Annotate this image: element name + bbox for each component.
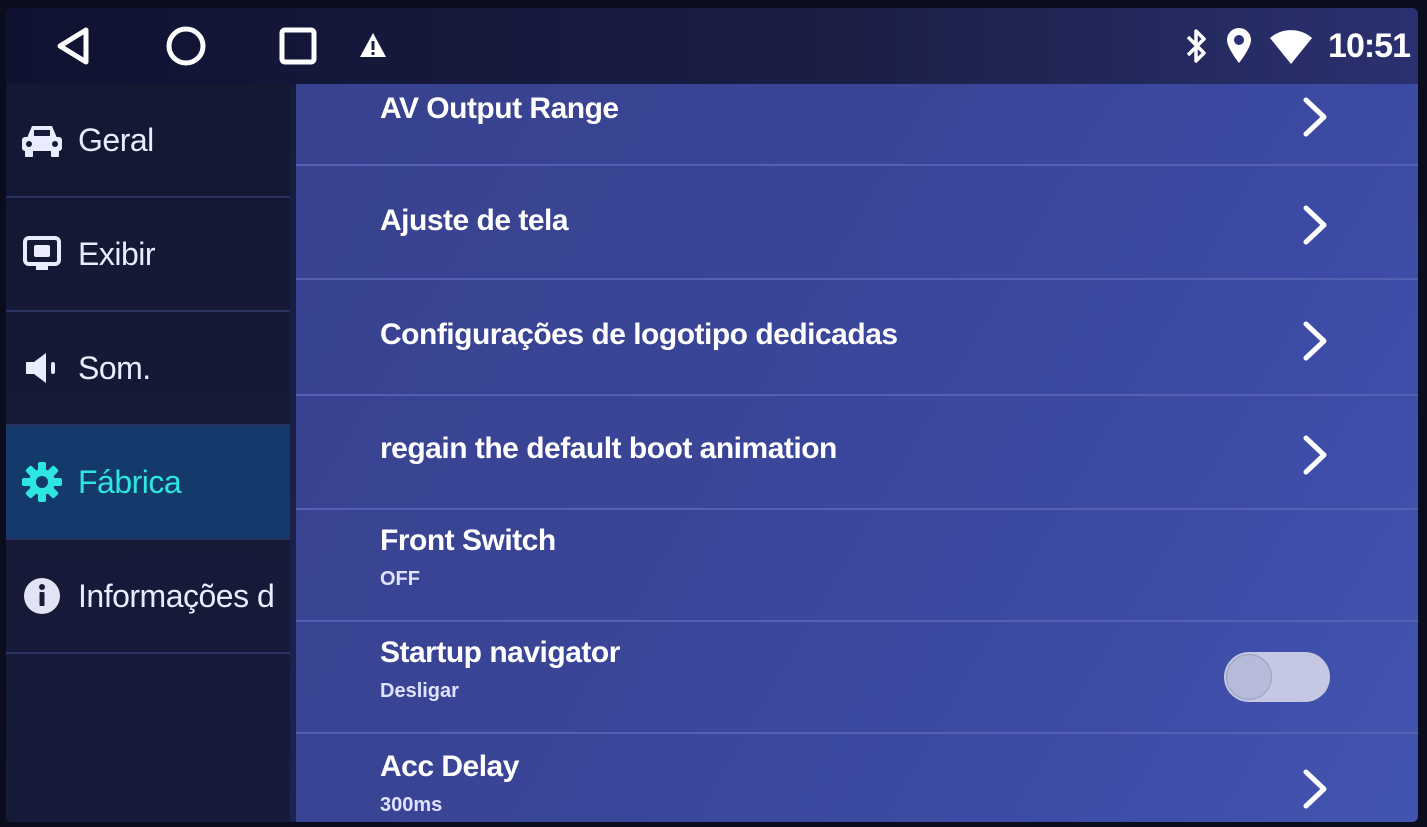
setting-title: Configurações de logotipo dedicadas bbox=[380, 318, 898, 351]
sidebar-item-exibir[interactable]: Exibir bbox=[6, 198, 290, 312]
car-icon bbox=[18, 116, 66, 164]
screen: 10:51 Geral Exibir Som. Fábrica Informaç… bbox=[6, 8, 1418, 822]
setting-title: Ajuste de tela bbox=[380, 204, 569, 237]
display-icon bbox=[18, 230, 66, 278]
home-button[interactable] bbox=[162, 22, 210, 70]
sidebar-item-label: Geral bbox=[78, 121, 154, 158]
home-icon bbox=[166, 26, 206, 66]
setting-value: OFF bbox=[380, 568, 420, 590]
chevron-right-icon bbox=[1303, 769, 1327, 809]
recent-apps-icon bbox=[279, 27, 317, 65]
setting-front-switch[interactable]: Front Switch OFF bbox=[296, 510, 1418, 622]
sidebar-item-fabrica[interactable]: Fábrica bbox=[6, 426, 290, 540]
setting-title: AV Output Range bbox=[380, 92, 619, 125]
wifi-icon bbox=[1270, 30, 1313, 64]
sidebar-item-geral[interactable]: Geral bbox=[6, 84, 290, 198]
status-bar: 10:51 bbox=[6, 8, 1418, 84]
setting-ajuste-de-tela[interactable]: Ajuste de tela bbox=[296, 166, 1418, 280]
sidebar-item-label: Fábrica bbox=[78, 463, 182, 500]
sidebar-item-som[interactable]: Som. bbox=[6, 312, 290, 426]
setting-title: Front Switch bbox=[380, 524, 556, 557]
chevron-right-icon bbox=[1303, 205, 1327, 245]
sidebar-item-label: Exibir bbox=[78, 235, 156, 272]
recent-apps-button[interactable] bbox=[274, 22, 322, 70]
location-icon bbox=[1227, 28, 1252, 63]
setting-startup-navigator[interactable]: Startup navigator Desligar bbox=[296, 622, 1418, 734]
sidebar-item-label: Informações d bbox=[78, 577, 275, 614]
setting-default-boot-animation[interactable]: regain the default boot animation bbox=[296, 396, 1418, 510]
status-icons: 10:51 bbox=[1182, 20, 1411, 72]
toggle-knob bbox=[1226, 654, 1272, 700]
back-button[interactable] bbox=[50, 22, 98, 70]
setting-configuracoes-logotipo[interactable]: Configurações de logotipo dedicadas bbox=[296, 280, 1418, 396]
warning-icon bbox=[360, 33, 386, 57]
speaker-icon bbox=[18, 344, 66, 392]
chevron-right-icon bbox=[1303, 435, 1327, 475]
setting-acc-delay[interactable]: Acc Delay 300ms bbox=[296, 734, 1418, 822]
setting-title: Acc Delay bbox=[380, 750, 519, 783]
gear-icon bbox=[18, 458, 66, 506]
chevron-right-icon bbox=[1303, 321, 1327, 361]
sidebar: Geral Exibir Som. Fábrica Informações d bbox=[6, 84, 290, 822]
settings-list: AV Output Range Ajuste de tela Configura… bbox=[296, 84, 1418, 822]
bluetooth-icon bbox=[1186, 29, 1206, 63]
setting-title: regain the default boot animation bbox=[380, 432, 837, 465]
setting-value: 300ms bbox=[380, 794, 443, 816]
sidebar-item-label: Som. bbox=[78, 349, 151, 386]
setting-av-output-range[interactable]: AV Output Range bbox=[296, 84, 1418, 166]
chevron-right-icon bbox=[1303, 97, 1327, 137]
info-icon bbox=[18, 572, 66, 620]
clock: 10:51 bbox=[1328, 26, 1411, 65]
back-icon bbox=[57, 27, 89, 65]
startup-navigator-toggle[interactable] bbox=[1224, 652, 1330, 702]
sidebar-item-informacoes[interactable]: Informações d bbox=[6, 540, 290, 654]
